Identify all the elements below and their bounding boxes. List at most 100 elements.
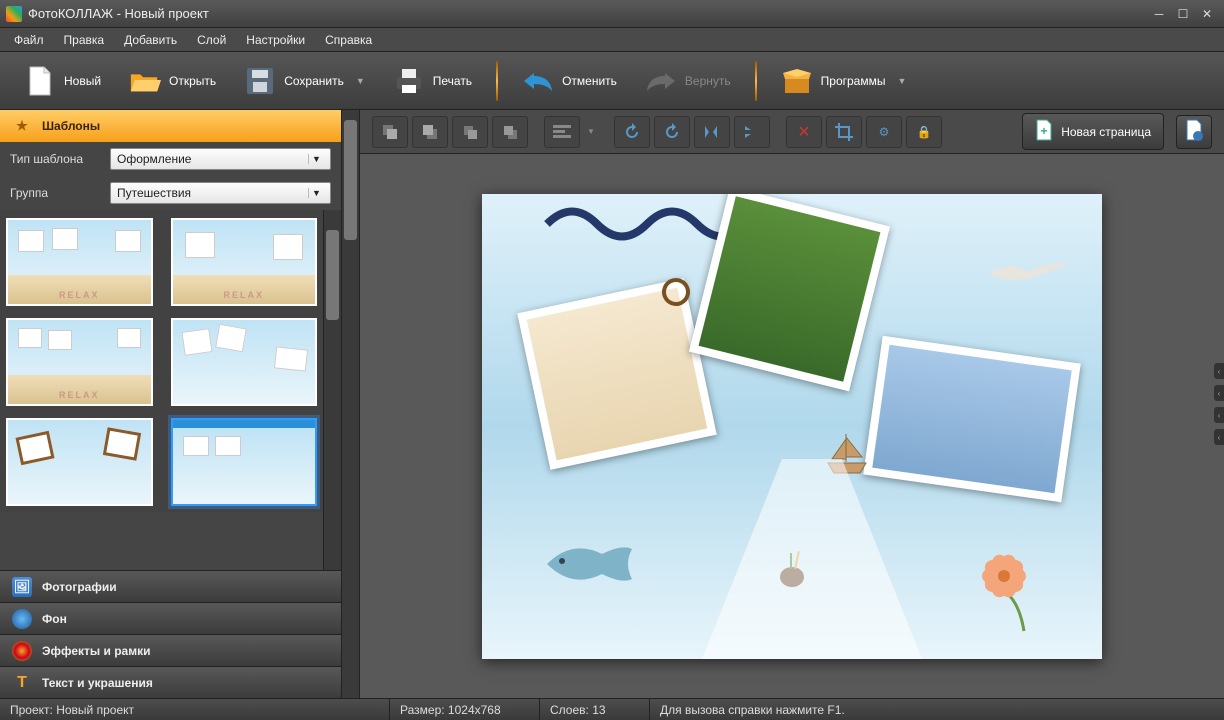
app-icon xyxy=(6,6,22,22)
side-handle[interactable]: ‹ xyxy=(1214,385,1224,401)
window-title: ФотоКОЛЛАЖ - Новый проект xyxy=(28,6,1146,21)
menu-add[interactable]: Добавить xyxy=(114,30,187,50)
gear-icon: ⚙ xyxy=(866,116,902,148)
template-type-select[interactable]: Оформление ▼ xyxy=(110,148,331,170)
status-layers: Слоев: 13 xyxy=(540,699,650,720)
templates-label: Шаблоны xyxy=(42,119,100,133)
print-button[interactable]: Печать xyxy=(383,59,482,103)
bring-forward-icon xyxy=(452,116,488,148)
group-value: Путешествия xyxy=(117,186,191,200)
fish-decoration xyxy=(532,529,642,599)
side-handles: ‹ ‹ ‹ ‹ xyxy=(1214,363,1224,445)
status-hint: Для вызова справки нажмите F1. xyxy=(650,699,1224,720)
svg-text:+: + xyxy=(1041,124,1048,138)
bird-decoration xyxy=(984,254,1074,294)
menu-layer[interactable]: Слой xyxy=(187,30,236,50)
collage-canvas[interactable] xyxy=(482,194,1102,659)
side-handle[interactable]: ‹ xyxy=(1214,429,1224,445)
template-thumb[interactable]: RELAX xyxy=(6,318,153,406)
programs-label: Программы xyxy=(821,74,886,88)
menu-edit[interactable]: Правка xyxy=(54,30,115,50)
chevron-down-icon: ▼ xyxy=(308,188,324,198)
undo-icon xyxy=(522,65,554,97)
effects-label: Эффекты и рамки xyxy=(42,644,151,658)
folder-open-icon xyxy=(129,65,161,97)
type-value: Оформление xyxy=(117,152,191,166)
rotate-right-icon xyxy=(654,116,690,148)
printer-icon xyxy=(393,65,425,97)
open-label: Открыть xyxy=(169,74,216,88)
close-button[interactable]: ✕ xyxy=(1196,5,1218,23)
flower-decoration xyxy=(964,541,1084,641)
menu-settings[interactable]: Настройки xyxy=(236,30,315,50)
new-label: Новый xyxy=(64,74,101,88)
template-thumb[interactable] xyxy=(171,318,318,406)
sidebar-tab-background[interactable]: Фон xyxy=(0,602,341,634)
flip-vertical-icon xyxy=(734,116,770,148)
redo-label: Вернуть xyxy=(685,74,731,88)
undo-button[interactable]: Отменить xyxy=(512,59,627,103)
side-handle[interactable]: ‹ xyxy=(1214,363,1224,379)
main-toolbar: Новый Открыть Сохранить ▼ Печать Отменит… xyxy=(0,52,1224,110)
group-label: Группа xyxy=(10,186,100,200)
redo-button: Вернуть xyxy=(635,59,741,103)
pier-decoration xyxy=(682,459,942,659)
template-thumb[interactable]: RELAX xyxy=(171,218,318,306)
new-page-button[interactable]: + Новая страница xyxy=(1022,113,1164,150)
programs-button[interactable]: Программы ▼ xyxy=(771,59,917,103)
page-plus-icon: + xyxy=(1035,119,1053,144)
text-icon: T xyxy=(12,673,32,693)
title-bar: ФотоКОЛЛАЖ - Новый проект ─ ☐ ✕ xyxy=(0,0,1224,28)
text-label: Текст и украшения xyxy=(42,676,153,690)
send-backward-icon xyxy=(492,116,528,148)
photos-icon: 🖼 xyxy=(12,577,32,597)
save-label: Сохранить xyxy=(284,74,344,88)
canvas-area[interactable] xyxy=(360,154,1224,698)
sidebar-tab-photos[interactable]: 🖼 Фотографии xyxy=(0,570,341,602)
template-grid: RELAX RELAX RELAX xyxy=(0,210,323,512)
background-label: Фон xyxy=(42,612,67,626)
template-thumb[interactable] xyxy=(171,418,318,506)
new-page-label: Новая страница xyxy=(1061,125,1151,139)
chevron-down-icon: ▼ xyxy=(308,154,324,164)
redo-icon xyxy=(645,65,677,97)
rotate-left-icon xyxy=(614,116,650,148)
palette-icon xyxy=(12,641,32,661)
template-group-row: Группа Путешествия ▼ xyxy=(0,176,341,210)
template-thumb[interactable] xyxy=(6,418,153,506)
menu-file[interactable]: Файл xyxy=(4,30,54,50)
lock-icon: 🔒 xyxy=(906,116,942,148)
open-button[interactable]: Открыть xyxy=(119,59,226,103)
status-size: Размер: 1024x768 xyxy=(390,699,540,720)
template-thumb[interactable]: RELAX xyxy=(6,218,153,306)
new-file-icon xyxy=(24,65,56,97)
template-group-select[interactable]: Путешествия ▼ xyxy=(110,182,331,204)
editor-area: ▼ ✕ ⚙ 🔒 + Новая страница xyxy=(360,110,1224,698)
align-icon xyxy=(544,116,580,148)
save-button[interactable]: Сохранить ▼ xyxy=(234,59,375,103)
chevron-down-icon: ▼ xyxy=(356,76,365,86)
sidebar-tab-text[interactable]: T Текст и украшения xyxy=(0,666,341,698)
maximize-button[interactable]: ☐ xyxy=(1172,5,1194,23)
box-icon xyxy=(781,65,813,97)
sidebar-scrollbar[interactable] xyxy=(341,110,359,698)
collage-photo[interactable] xyxy=(517,278,717,470)
template-type-row: Тип шаблона Оформление ▼ xyxy=(0,142,341,176)
page-settings-button[interactable] xyxy=(1176,115,1212,149)
background-icon xyxy=(12,609,32,629)
side-handle[interactable]: ‹ xyxy=(1214,407,1224,423)
type-label: Тип шаблона xyxy=(10,152,100,166)
new-button[interactable]: Новый xyxy=(14,59,111,103)
sidebar-tab-templates[interactable]: ★ Шаблоны xyxy=(0,110,341,142)
save-icon xyxy=(244,65,276,97)
template-scrollbar[interactable] xyxy=(323,210,341,570)
page-gear-icon xyxy=(1185,119,1203,144)
undo-label: Отменить xyxy=(562,74,617,88)
sidebar-tab-effects[interactable]: Эффекты и рамки xyxy=(0,634,341,666)
minimize-button[interactable]: ─ xyxy=(1148,5,1170,23)
menu-help[interactable]: Справка xyxy=(315,30,382,50)
star-icon: ★ xyxy=(12,116,32,136)
flip-horizontal-icon xyxy=(694,116,730,148)
photos-label: Фотографии xyxy=(42,580,117,594)
menu-bar: Файл Правка Добавить Слой Настройки Спра… xyxy=(0,28,1224,52)
